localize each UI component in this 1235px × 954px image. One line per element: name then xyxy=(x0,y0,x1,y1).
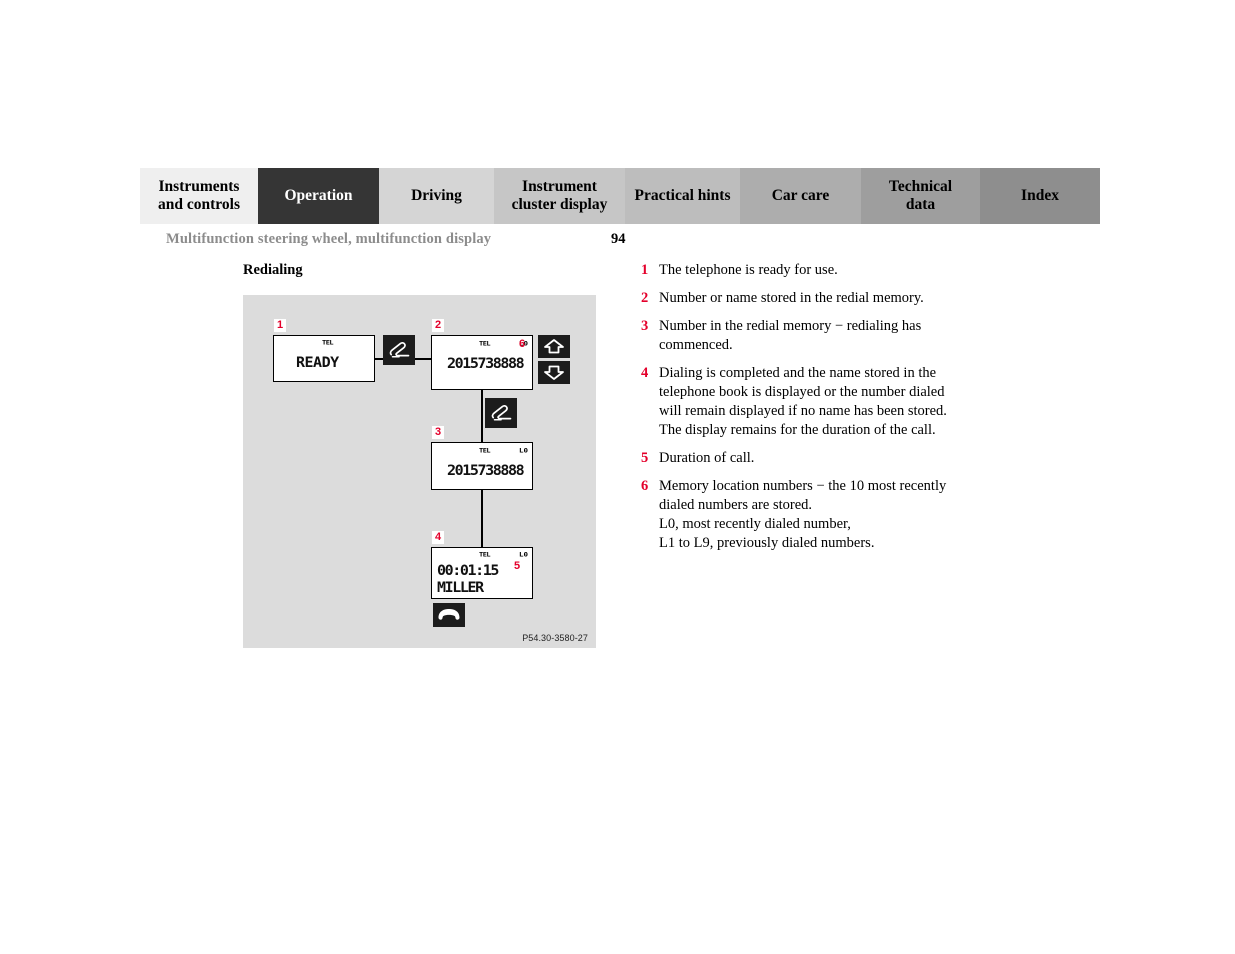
tab-label: Practical hints xyxy=(634,187,731,205)
legend-text: The telephone is ready for use. xyxy=(659,262,838,278)
phone-onhook-icon[interactable] xyxy=(433,603,465,627)
figure-caption: P54.30-3580-27 xyxy=(522,633,588,643)
legend-text: Number or name stored in the redial memo… xyxy=(659,290,924,306)
tab-driving[interactable]: Driving xyxy=(379,168,494,224)
legend-number: 2 xyxy=(641,290,649,306)
list-item: 2 Number or name stored in the redial me… xyxy=(641,289,986,308)
tab-index[interactable]: Index xyxy=(980,168,1100,224)
legend-number: 1 xyxy=(641,262,649,278)
tab-label: Operation xyxy=(284,187,353,205)
lcd-tel-label: TEL xyxy=(479,447,491,455)
tab-label: Index xyxy=(1021,187,1059,205)
lcd-secondary-line: MILLER xyxy=(437,578,484,596)
callout-5: 5 xyxy=(513,560,521,572)
list-item: 1 The telephone is ready for use. xyxy=(641,261,986,280)
page-title: Redialing xyxy=(243,262,303,278)
tab-label: Instruments and controls xyxy=(158,178,240,213)
phone-offhook-icon[interactable] xyxy=(383,335,415,365)
lcd-primary-line: READY xyxy=(296,353,339,371)
arrow-up-icon[interactable] xyxy=(538,335,570,358)
callout-6: 6 xyxy=(518,338,526,350)
callout-3: 3 xyxy=(432,426,444,439)
lcd-memory-location: L0 xyxy=(519,446,529,455)
arrow-down-icon[interactable] xyxy=(538,361,570,384)
legend-text: Memory location numbers − the 10 most re… xyxy=(659,478,947,551)
tab-operation[interactable]: Operation xyxy=(258,168,379,224)
phone-offhook-icon[interactable] xyxy=(485,398,517,428)
lcd-tel-label: TEL xyxy=(479,551,491,559)
lcd-display-in-call: TEL L0 00:01:15 MILLER xyxy=(431,547,533,599)
tab-instrument-cluster-display[interactable]: Instrument cluster display xyxy=(494,168,625,224)
callout-2: 2 xyxy=(432,319,444,332)
tab-label: Car care xyxy=(771,187,830,205)
list-item: 3 Number in the redial memory − redialin… xyxy=(641,317,986,355)
legend-number: 4 xyxy=(641,365,649,381)
tab-label: Instrument cluster display xyxy=(511,178,608,213)
lcd-display-dialing: TEL L0 2015738888 xyxy=(431,442,533,490)
lcd-tel-label: TEL xyxy=(322,339,334,347)
lcd-display-ready: TEL READY xyxy=(273,335,375,382)
running-head: Multifunction steering wheel, multifunct… xyxy=(166,231,492,247)
legend-number: 5 xyxy=(641,450,649,466)
lcd-primary-line: 2015738888 xyxy=(447,354,525,372)
tab-technical-data[interactable]: Technical data xyxy=(861,168,980,224)
list-item: 5 Duration of call. xyxy=(641,449,986,468)
lcd-tel-label: TEL xyxy=(479,340,491,348)
list-item: 6 Memory location numbers − the 10 most … xyxy=(641,477,986,553)
lcd-primary-line: 2015738888 xyxy=(447,461,525,479)
legend-number: 6 xyxy=(641,478,649,494)
tab-label: Technical data xyxy=(888,178,953,213)
tab-label: Driving xyxy=(411,187,462,205)
tab-instruments-and-controls[interactable]: Instruments and controls xyxy=(140,168,258,224)
section-tab-bar: Instruments and controls Operation Drivi… xyxy=(140,168,1100,224)
lcd-memory-location: L0 xyxy=(519,550,529,559)
lcd-primary-line: 00:01:15 xyxy=(437,561,499,579)
callout-4: 4 xyxy=(432,531,444,544)
tab-car-care[interactable]: Car care xyxy=(740,168,861,224)
callout-1: 1 xyxy=(274,319,286,332)
legend-text: Dialing is completed and the name stored… xyxy=(659,365,947,438)
page-number: 94 xyxy=(611,231,626,247)
figure-legend-list: 1 The telephone is ready for use. 2 Numb… xyxy=(641,261,986,562)
list-item: 4 Dialing is completed and the name stor… xyxy=(641,364,986,440)
legend-text: Duration of call. xyxy=(659,450,755,466)
figure-panel: 1 TEL READY 2 TEL L0 2015738888 6 3 TEL … xyxy=(243,295,596,648)
tab-practical-hints[interactable]: Practical hints xyxy=(625,168,740,224)
legend-number: 3 xyxy=(641,318,649,334)
legend-text: Number in the redial memory − redialing … xyxy=(659,318,922,353)
